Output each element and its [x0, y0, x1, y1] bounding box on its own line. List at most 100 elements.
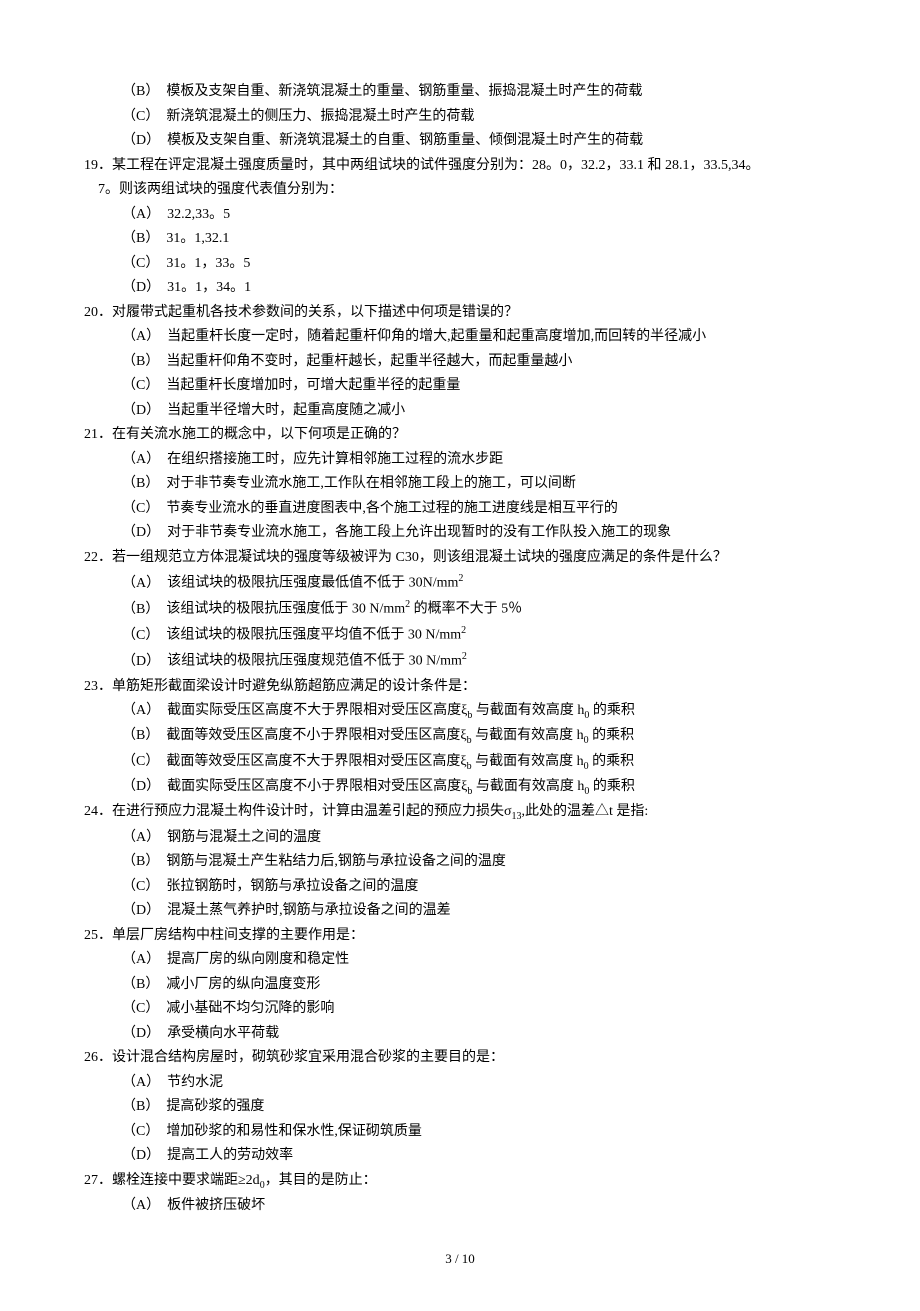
- option-label: （B）: [122, 850, 166, 875]
- document-body: （B） 模板及支架自重、新浇筑混凝土的重量、钢筋重量、振捣混凝土时产生的荷载 （C…: [70, 80, 850, 1218]
- question-number: 21．: [84, 427, 112, 442]
- option-label: （C）: [122, 997, 166, 1022]
- question-text: 某工程在评定混凝土强度质量时，其中两组试块的试件强度分别为：28。0，32.2，…: [112, 158, 760, 173]
- option-text: 模板及支架自重、新浇筑混凝土的重量、钢筋重量、振捣混凝土时产生的荷载: [166, 84, 642, 99]
- option-label: （A）: [122, 1194, 167, 1219]
- option-text-tail: 的概率不大于 5％: [410, 602, 522, 617]
- option: （A） 该组试块的极限抗压强度最低值不低于 30N/mm2: [70, 570, 850, 596]
- option-label: （A）: [122, 826, 167, 851]
- option-label: （D）: [122, 1022, 167, 1047]
- option-label: （A）: [122, 203, 167, 228]
- option-text: 板件被挤压破坏: [167, 1198, 265, 1213]
- option-text: 新浇筑混凝土的侧压力、振捣混凝土时产生的荷载: [166, 109, 474, 124]
- option-text: 提高厂房的纵向刚度和稳定性: [167, 952, 349, 967]
- option-label: （C）: [122, 875, 166, 900]
- option: （B） 提高砂浆的强度: [70, 1095, 850, 1120]
- option-label: （A）: [122, 572, 167, 597]
- option-text: 该组试块的极限抗压强度规范值不低于 30 N/mm: [167, 654, 462, 669]
- option-text: 提高砂浆的强度: [166, 1099, 264, 1114]
- option: （A） 当起重杆长度一定时，随着起重杆仰角的增大,起重量和起重高度增加,而回转的…: [70, 325, 850, 350]
- option-label: （C）: [122, 497, 166, 522]
- option: （C） 张拉钢筋时，钢筋与承拉设备之间的温度: [70, 875, 850, 900]
- question-number: 27．: [84, 1173, 112, 1188]
- question-text: 在有关流水施工的概念中，以下何项是正确的？: [112, 427, 406, 442]
- option-text: 截面等效受压区高度不大于界限相对受压区高度ξ: [166, 754, 466, 769]
- option-label: （C）: [122, 1120, 166, 1145]
- option-label: （B）: [122, 80, 166, 105]
- option: （D） 截面实际受压区高度不小于界限相对受压区高度ξb 与截面有效高度 h0 的…: [70, 775, 850, 800]
- question-number: 22．: [84, 550, 112, 565]
- superscript: 2: [462, 651, 467, 662]
- option-text: 该组试块的极限抗压强度低于 30 N/mm: [166, 602, 405, 617]
- option-text: 钢筋与混凝土之间的温度: [167, 830, 321, 845]
- option: （D） 模板及支架自重、新浇筑混凝土的自重、钢筋重量、倾倒混凝土时产生的荷载: [70, 129, 850, 154]
- option: （A） 32.2,33。5: [70, 203, 850, 228]
- option-text: 32.2,33。5: [167, 207, 230, 222]
- option-label: （A）: [122, 948, 167, 973]
- question-text: 若一组规范立方体混凝试块的强度等级被评为 C30，则该组混凝土试块的强度应满足的…: [112, 550, 727, 565]
- option: （D） 混凝土蒸气养护时,钢筋与承拉设备之间的温差: [70, 899, 850, 924]
- option-text: 张拉钢筋时，钢筋与承拉设备之间的温度: [166, 879, 418, 894]
- option-label: （D）: [122, 276, 167, 301]
- option-label: （D）: [122, 1144, 167, 1169]
- question-text: 在进行预应力混凝土构件设计时，计算由温差引起的预应力损失σ: [112, 804, 512, 819]
- option-text: 节约水泥: [167, 1075, 223, 1090]
- option: （B） 当起重杆仰角不变时，起重杆越长，起重半径越大，而起重量越小: [70, 350, 850, 375]
- option-text: 当起重杆仰角不变时，起重杆越长，起重半径越大，而起重量越小: [166, 354, 572, 369]
- option-label: （B）: [122, 350, 166, 375]
- option-label: （B）: [122, 472, 166, 497]
- option-text: 提高工人的劳动效率: [167, 1148, 293, 1163]
- option-label: （B）: [122, 724, 166, 749]
- question-number: 20．: [84, 305, 112, 320]
- option-label: （D）: [122, 650, 167, 675]
- option-label: （D）: [122, 129, 167, 154]
- option-text: 当起重半径增大时，起重高度随之减小: [167, 403, 405, 418]
- option-label: （C）: [122, 252, 166, 277]
- option-text-mid: 与截面有效高度 h: [472, 728, 584, 743]
- option-label: （A）: [122, 325, 167, 350]
- option-text: 减小基础不均匀沉降的影响: [166, 1001, 334, 1016]
- option-text-mid: 与截面有效高度 h: [472, 754, 584, 769]
- option: （A） 提高厂房的纵向刚度和稳定性: [70, 948, 850, 973]
- option: （B） 31。1,32.1: [70, 227, 850, 252]
- option: （B） 该组试块的极限抗压强度低于 30 N/mm2 的概率不大于 5％: [70, 596, 850, 622]
- question-stem-continued: 7。则该两组试块的强度代表值分别为：: [70, 178, 850, 203]
- question-text: 单层厂房结构中柱间支撑的主要作用是：: [112, 928, 364, 943]
- option-text: 31。1，33。5: [166, 256, 250, 271]
- question-number: 26．: [84, 1050, 112, 1065]
- option-text-tail: 的乘积: [589, 728, 635, 743]
- question-number: 23．: [84, 679, 112, 694]
- option: （B） 模板及支架自重、新浇筑混凝土的重量、钢筋重量、振捣混凝土时产生的荷载: [70, 80, 850, 105]
- question-text: 对履带式起重机各技术参数间的关系，以下描述中何项是错误的？: [112, 305, 518, 320]
- option-text: 在组织搭接施工时，应先计算相邻施工过程的流水步距: [167, 452, 503, 467]
- option-text: 对于非节奏专业流水施工,工作队在相邻施工段上的施工，可以间断: [166, 476, 576, 491]
- option-text: 截面实际受压区高度不大于界限相对受压区高度ξ: [167, 703, 467, 718]
- option-text-mid: 与截面有效高度 h: [472, 703, 584, 718]
- option-label: （D）: [122, 899, 167, 924]
- question-stem: 25．单层厂房结构中柱间支撑的主要作用是：: [70, 924, 850, 949]
- option-text: 承受横向水平荷载: [167, 1026, 279, 1041]
- option-text: 增加砂浆的和易性和保水性,保证砌筑质量: [166, 1124, 422, 1139]
- option-text-mid: 与截面有效高度 h: [472, 779, 584, 794]
- option: （A） 板件被挤压破坏: [70, 1194, 850, 1219]
- option-label: （B）: [122, 227, 166, 252]
- question-number: 24．: [84, 804, 112, 819]
- option: （C） 31。1，33。5: [70, 252, 850, 277]
- question-text-tail: ，其目的是防止：: [265, 1173, 377, 1188]
- option: （C） 该组试块的极限抗压强度平均值不低于 30 N/mm2: [70, 622, 850, 648]
- option-text: 该组试块的极限抗压强度最低值不低于 30N/mm: [167, 576, 458, 591]
- option: （C） 减小基础不均匀沉降的影响: [70, 997, 850, 1022]
- option-text-tail: 的乘积: [589, 779, 635, 794]
- subscript: 13: [512, 811, 522, 822]
- option-text: 截面实际受压区高度不小于界限相对受压区高度ξ: [167, 779, 467, 794]
- option-text: 该组试块的极限抗压强度平均值不低于 30 N/mm: [166, 628, 461, 643]
- option-label: （C）: [122, 624, 166, 649]
- option-text-tail: 的乘积: [589, 754, 635, 769]
- superscript: 2: [458, 573, 463, 584]
- option: （B） 减小厂房的纵向温度变形: [70, 973, 850, 998]
- question-stem: 22．若一组规范立方体混凝试块的强度等级被评为 C30，则该组混凝土试块的强度应…: [70, 546, 850, 571]
- option-label: （B）: [122, 598, 166, 623]
- option-label: （B）: [122, 1095, 166, 1120]
- question-stem: 23．单筋矩形截面梁设计时避免纵筋超筋应满足的设计条件是：: [70, 675, 850, 700]
- question-stem: 19．某工程在评定混凝土强度质量时，其中两组试块的试件强度分别为：28。0，32…: [70, 154, 850, 179]
